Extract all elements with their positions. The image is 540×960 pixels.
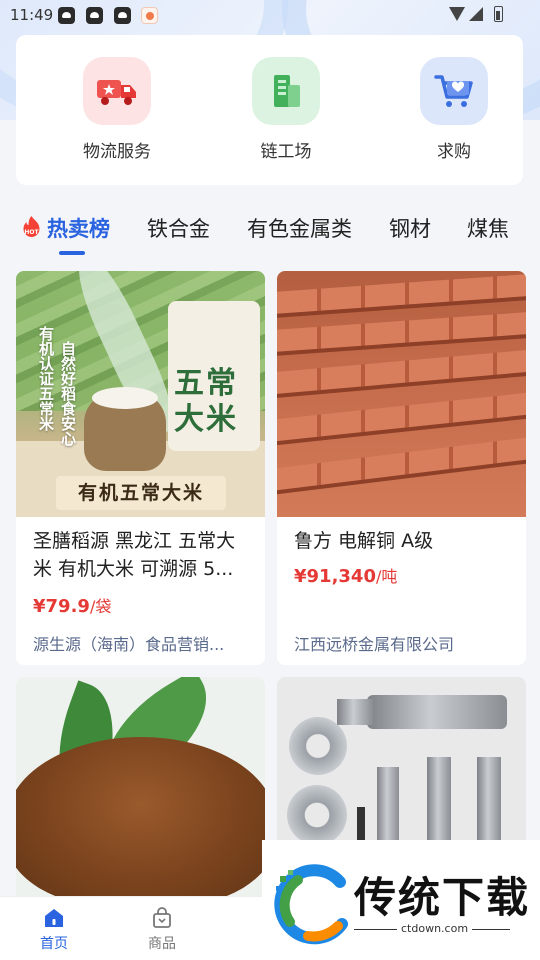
- price-unit: /吨: [375, 567, 398, 586]
- rice-side-text: 有机认证五常米: [37, 326, 55, 431]
- product-seller[interactable]: 江西远桥金属有限公司: [294, 631, 516, 655]
- price-value: ¥79.9: [33, 596, 90, 617]
- bag-icon: [151, 907, 173, 929]
- product-card-copper[interactable]: 鲁方 电解铜 A级 ¥91,340/吨 江西远桥金属有限公司: [277, 271, 526, 665]
- tab-coal-coke[interactable]: 煤焦: [467, 213, 509, 243]
- watermark-url: ctdown.com: [397, 922, 473, 935]
- nav-home[interactable]: 首页: [19, 907, 89, 953]
- nav-label: 商品: [148, 936, 176, 952]
- product-seller[interactable]: 源生源（海南）食品营销...: [33, 631, 255, 655]
- notification-icon: [114, 7, 131, 24]
- service-label: 链工场: [260, 142, 312, 162]
- product-card-powder[interactable]: [16, 677, 265, 907]
- product-image[interactable]: [277, 271, 526, 517]
- service-purchase[interactable]: 求购: [394, 57, 514, 162]
- cart-heart-icon: [420, 57, 488, 125]
- watermark-overlay: 传统下载 ctdown.com: [262, 840, 540, 960]
- watermark-text: 传统下载: [354, 873, 531, 922]
- price-value: ¥91,340: [294, 566, 376, 587]
- rice-side-text: 自然好稻食安心: [59, 341, 77, 446]
- nav-label: 首页: [40, 936, 68, 952]
- service-label: 物流服务: [83, 142, 151, 162]
- rice-sack-graphic: [84, 387, 166, 471]
- app-notification-icon: [141, 7, 158, 24]
- rice-banner-text: 有机五常大米: [56, 476, 226, 510]
- service-chain-factory[interactable]: 链工场: [226, 57, 346, 162]
- tab-ferroalloy[interactable]: 铁合金: [147, 213, 210, 243]
- product-title: 鲁方 电解铜 A级: [294, 530, 434, 552]
- tab-nonferrous[interactable]: 有色金属类: [247, 213, 352, 243]
- product-image[interactable]: [16, 677, 265, 907]
- category-tabs: HOT 热卖榜 铁合金 有色金属类 钢材 煤焦: [0, 205, 540, 255]
- nav-products[interactable]: 商品: [127, 907, 197, 953]
- notification-icon: [58, 7, 75, 24]
- truck-icon: [83, 57, 151, 125]
- product-card-rice[interactable]: 五常大米 有机认证五常米 自然好稻食安心 有机五常大米 圣膳稻源 黑龙江 五常大…: [16, 271, 265, 665]
- active-tab-indicator: [59, 251, 85, 255]
- service-shortcuts: 物流服务 链工场 求购: [16, 35, 523, 185]
- notification-icon: [86, 7, 103, 24]
- hot-badge-text: HOT: [24, 229, 39, 236]
- tab-hot-list[interactable]: 热卖榜: [47, 213, 110, 243]
- product-price: ¥79.9/袋: [33, 593, 111, 617]
- service-label: 求购: [437, 142, 471, 162]
- home-icon: [43, 907, 65, 929]
- product-title: 圣膳稻源 黑龙江 五常大米 有机大米 可溯源 5...: [33, 530, 236, 580]
- wifi-icon: [449, 7, 465, 21]
- product-price: ¥91,340/吨: [294, 563, 397, 587]
- rice-bag-text: 五常大米: [174, 366, 238, 437]
- battery-icon: [494, 6, 503, 22]
- price-unit: /袋: [89, 597, 112, 616]
- tab-steel[interactable]: 钢材: [389, 213, 431, 243]
- watermark-logo-icon: [270, 862, 354, 946]
- hot-flame-icon: HOT: [19, 215, 44, 240]
- building-icon: [252, 57, 320, 125]
- service-logistics[interactable]: 物流服务: [57, 57, 177, 162]
- status-bar: 11:49: [0, 0, 540, 30]
- product-image[interactable]: 五常大米 有机认证五常米 自然好稻食安心 有机五常大米: [16, 271, 265, 517]
- signal-icon: [469, 7, 483, 21]
- status-time: 11:49: [10, 6, 54, 24]
